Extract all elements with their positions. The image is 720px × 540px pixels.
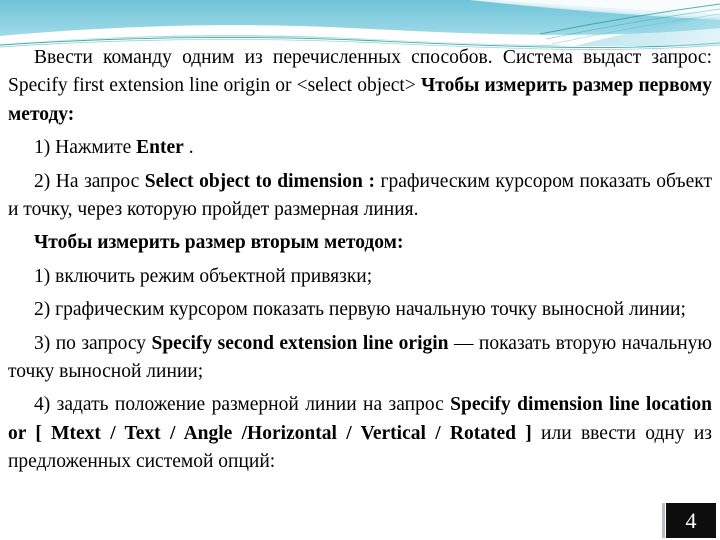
- page-number-value: 4: [685, 507, 697, 533]
- page-number-edge: [662, 503, 665, 538]
- m1-step1-text: 1) Нажмите: [34, 137, 137, 159]
- method2-heading: Чтобы измерить размер вторым методом:: [34, 232, 404, 254]
- m1-step2-text: 2) На запрос: [34, 170, 145, 192]
- m1-step2-prompt: Select object to dimension :: [144, 170, 375, 192]
- paragraph-intro: Ввести команду одним из перечисленных сп…: [8, 44, 712, 129]
- m2-step3-prompt: Specify second extension line origin: [151, 332, 449, 354]
- paragraph-m1-step2: 2) На запрос Select object to dimension …: [8, 168, 712, 225]
- paragraph-m2-step3: 3) по запросу Specify second extension l…: [8, 330, 712, 387]
- paragraph-m1-step1: 1) Нажмите Enter .: [8, 134, 712, 162]
- m1-step1-key: Enter: [136, 137, 184, 159]
- slide-body: Ввести команду одним из перечисленных сп…: [8, 44, 712, 478]
- paragraph-m2-step4: 4) задать положение размерной линии на з…: [8, 391, 712, 476]
- page-number-badge: 4: [666, 503, 716, 538]
- paragraph-m2-step1: 1) включить режим объектной привязки;: [8, 263, 712, 291]
- paragraph-method2-heading: Чтобы измерить размер вторым методом:: [8, 229, 712, 257]
- m2-step2-text: 2) графическим курсором показать первую …: [34, 299, 686, 321]
- m2-step1-text: 1) включить режим объектной привязки;: [34, 265, 373, 287]
- paragraph-m2-step2: 2) графическим курсором показать первую …: [8, 296, 712, 324]
- m2-step3-text: 3) по запросу: [34, 332, 152, 354]
- m2-step4-text: 4) задать положение размерной линии на з…: [34, 394, 451, 416]
- m1-step1-tail: .: [183, 137, 194, 159]
